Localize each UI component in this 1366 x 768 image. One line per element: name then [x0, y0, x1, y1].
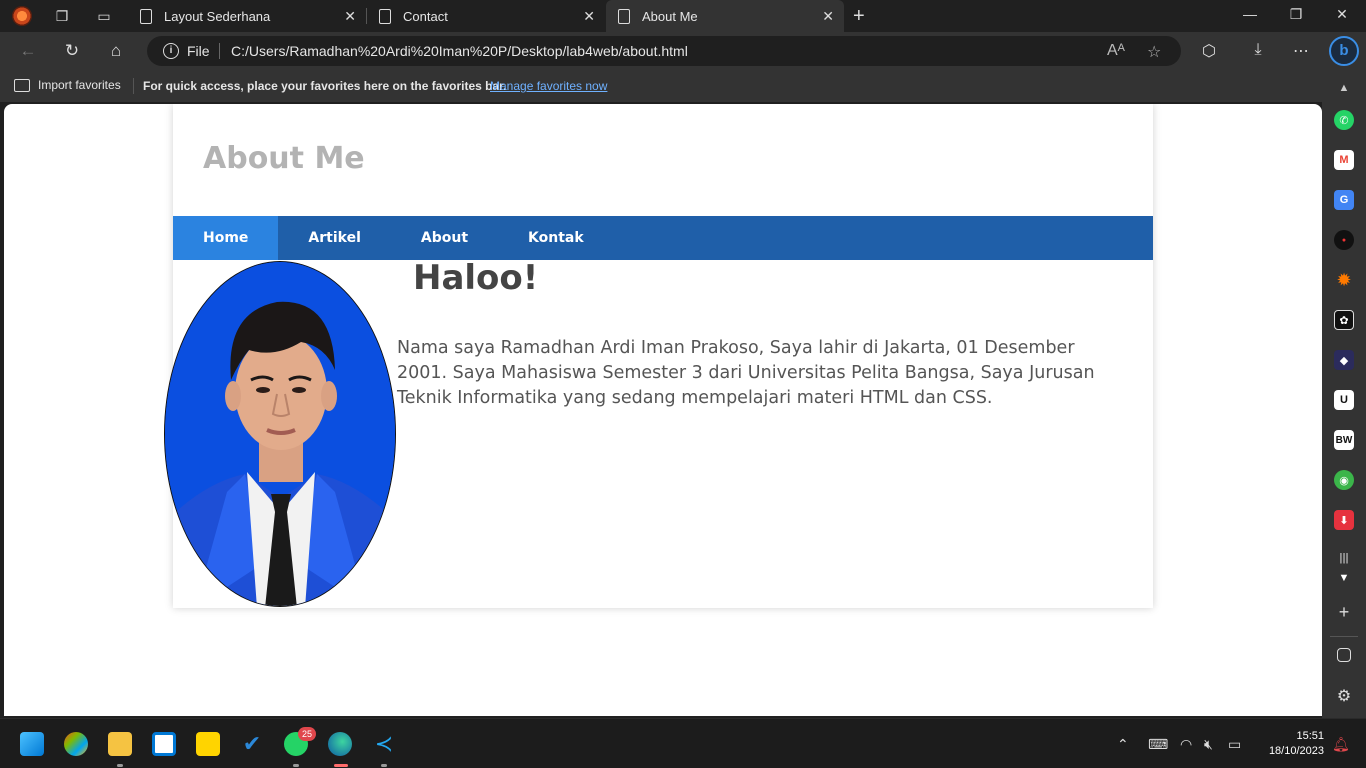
tab-title: About Me [642, 8, 698, 24]
clock-date: 18/10/2023 [1268, 745, 1324, 757]
nav-kontak[interactable]: Kontak [498, 216, 614, 260]
tab-title: Layout Sederhana [164, 8, 271, 24]
page-container: About Me Home Artikel About Kontak Haloo… [164, 104, 1153, 608]
owl-icon[interactable]: ◉ [1334, 470, 1354, 490]
audio-icon[interactable]: ||| [1334, 548, 1354, 568]
app-icon[interactable]: ◆ [1334, 350, 1354, 370]
keyboard-icon[interactable]: ⌨ [1148, 736, 1168, 753]
windows-taskbar: ✔ 25 ≺ ⌃ ⌨ ◠ 🔇︎ ▭ 15:51 18/10/2023 🔔︎ [0, 718, 1366, 768]
import-favorites-button[interactable]: Import favorites [14, 78, 121, 92]
minimize-icon[interactable]: — [1240, 6, 1260, 22]
tab-contact[interactable]: Contact ✕ [367, 0, 605, 32]
site-title: About Me [203, 141, 365, 176]
back-icon[interactable]: ← [18, 41, 38, 61]
info-icon[interactable]: i [163, 43, 179, 59]
nav-artikel[interactable]: Artikel [278, 216, 390, 260]
page-icon [140, 8, 152, 24]
notification-bell-icon[interactable]: 🔔︎ [1332, 736, 1350, 753]
edge-icon[interactable] [328, 732, 352, 756]
tab-title: Contact [403, 8, 448, 24]
url-text[interactable]: C:/Users/Ramadhan%20Ardi%20Iman%20P/Desk… [231, 43, 688, 59]
todo-icon[interactable]: ✔ [240, 732, 264, 756]
new-tab-button[interactable]: + [853, 5, 865, 28]
import-icon [14, 78, 30, 92]
refresh-icon[interactable]: ↻ [62, 41, 82, 61]
profile-avatar[interactable] [12, 6, 32, 26]
app-icon[interactable]: BW [1334, 430, 1354, 450]
intro-heading: Haloo! [413, 258, 539, 298]
workspaces-icon[interactable]: ❐ [52, 6, 72, 26]
intro-paragraph: Nama saya Ramadhan Ardi Iman Prakoso, Sa… [397, 338, 1095, 408]
whatsapp-icon[interactable]: ✆ [1334, 110, 1354, 130]
nav-home[interactable]: Home [173, 216, 279, 260]
openai-icon[interactable]: ✿ [1334, 310, 1354, 330]
home-icon[interactable]: ⌂ [106, 41, 126, 61]
app-icon[interactable]: U [1334, 390, 1354, 410]
favorites-bar: Import favorites For quick access, place… [0, 70, 1366, 102]
extensions-icon[interactable]: ⬡ [1199, 41, 1219, 61]
more-menu-icon[interactable]: ⋯ [1291, 41, 1311, 61]
profile-photo [164, 261, 396, 607]
address-toolbar: ← ↻ ⌂ i File C:/Users/Ramadhan%20Ardi%20… [0, 32, 1366, 70]
add-icon[interactable]: + [1334, 602, 1354, 622]
address-bar[interactable]: i File C:/Users/Ramadhan%20Ardi%20Iman%2… [147, 36, 1181, 66]
windows-start-icon[interactable] [20, 732, 44, 756]
download-icon[interactable]: ⬇ [1334, 510, 1354, 530]
tab-bar: ❐ ▭ Layout Sederhana ✕ Contact ✕ About M… [0, 0, 1366, 32]
favorite-star-icon[interactable]: ☆ [1147, 42, 1161, 62]
sidebar-toggle-icon[interactable] [1337, 648, 1351, 662]
manage-favorites-link[interactable]: Manage favorites now [490, 79, 607, 93]
page-icon [618, 8, 630, 24]
bing-copilot-icon[interactable]: b [1329, 36, 1359, 66]
close-icon[interactable]: ✕ [822, 8, 834, 25]
close-window-icon[interactable]: ✕ [1332, 6, 1352, 23]
chevron-up-icon[interactable]: ⌃ [1117, 736, 1129, 753]
volume-muted-icon[interactable]: 🔇︎ [1204, 736, 1213, 753]
favorites-hint: For quick access, place your favorites h… [143, 79, 507, 93]
store-icon[interactable] [152, 732, 176, 756]
restore-icon[interactable]: ❐ [1286, 6, 1306, 23]
sticky-notes-icon[interactable] [196, 732, 220, 756]
gear-icon[interactable]: ⚙ [1334, 686, 1354, 706]
tab-layout-sederhana[interactable]: Layout Sederhana ✕ [128, 0, 366, 32]
tab-about-me[interactable]: About Me ✕ [606, 0, 844, 32]
clock-time: 15:51 [1296, 730, 1324, 742]
notification-badge: 25 [298, 727, 316, 741]
page-viewport: About Me Home Artikel About Kontak Haloo… [4, 104, 1322, 716]
clock[interactable]: 15:51 18/10/2023 [1256, 729, 1324, 759]
close-icon[interactable]: ✕ [583, 8, 595, 25]
nav-about[interactable]: About [391, 216, 498, 260]
url-scheme-label: File [187, 43, 210, 59]
page-icon [379, 8, 391, 24]
tab-actions-icon[interactable]: ▭ [94, 6, 114, 26]
wifi-icon[interactable]: ◠ [1180, 736, 1192, 753]
close-icon[interactable]: ✕ [344, 8, 356, 25]
import-favorites-label: Import favorites [38, 78, 121, 92]
file-explorer-icon[interactable] [108, 732, 132, 756]
profile-photo-illustration [165, 262, 395, 606]
settings-sun-icon[interactable]: ✹ [1334, 270, 1354, 290]
google-translate-icon[interactable]: G [1334, 190, 1354, 210]
battery-icon[interactable]: ▭ [1228, 736, 1241, 753]
copilot-icon[interactable] [64, 732, 88, 756]
gmail-icon[interactable]: M [1334, 150, 1354, 170]
scroll-down-icon[interactable]: ▼ [1334, 568, 1354, 588]
read-aloud-icon[interactable]: Aᴬ [1107, 42, 1125, 60]
site-nav: Home Artikel About Kontak [173, 216, 1153, 260]
app-icon[interactable]: ● [1334, 230, 1354, 250]
scroll-up-icon[interactable]: ▲ [1334, 78, 1354, 98]
downloads-icon[interactable]: ⤓ [1248, 41, 1268, 59]
edge-sidebar: ▲ ✆ M G ● ✹ ✿ ◆ U BW ◉ ⬇ ||| ▼ + ⚙ [1322, 70, 1366, 718]
vscode-icon[interactable]: ≺ [372, 732, 396, 756]
